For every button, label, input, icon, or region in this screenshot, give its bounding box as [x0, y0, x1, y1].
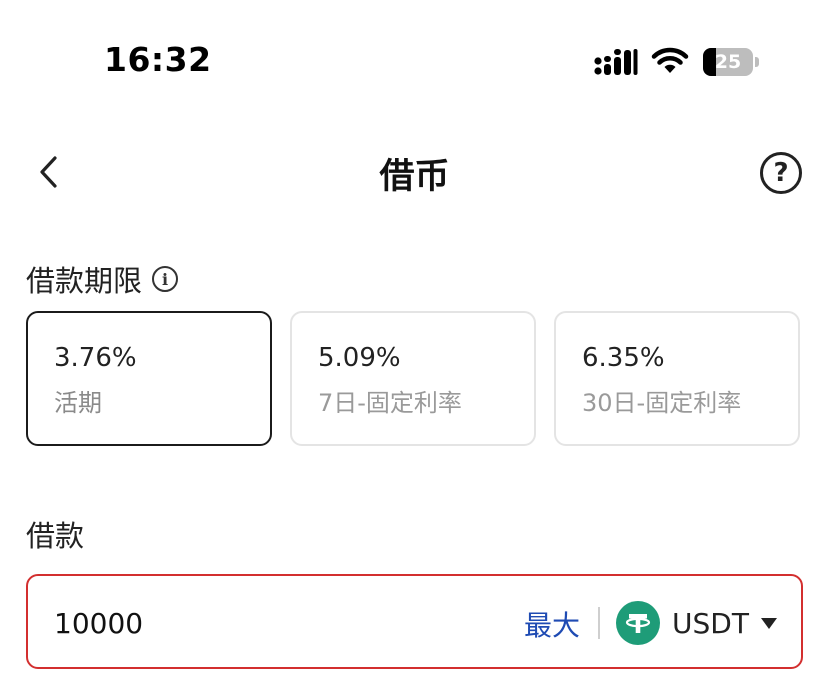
battery-level-text: 25 — [714, 51, 742, 73]
max-button[interactable]: 最大 — [524, 604, 580, 644]
term-rate: 3.76% — [54, 343, 137, 373]
term-desc: 30日-固定利率 — [582, 389, 742, 417]
term-option-current[interactable]: 3.76% 活期 — [26, 311, 272, 446]
term-desc: 活期 — [54, 389, 102, 417]
borrow-section-label: 借款 — [26, 519, 85, 553]
term-section-label: 借款期限 i — [26, 258, 179, 300]
battery-cap — [755, 57, 759, 67]
borrow-amount-field: 最大 USDT — [26, 574, 803, 669]
term-option-7day[interactable]: 5.09% 7日-固定利率 — [290, 311, 536, 446]
currency-select[interactable]: USDT — [616, 600, 777, 646]
status-time: 16:32 — [104, 40, 212, 79]
battery-body: 25 — [703, 48, 753, 76]
amount-input[interactable] — [54, 602, 474, 644]
chevron-down-icon — [760, 617, 777, 629]
tether-icon — [616, 601, 660, 645]
page-title: 借币 — [379, 157, 450, 197]
term-option-30day[interactable]: 6.35% 30日-固定利率 — [554, 311, 800, 446]
wifi-icon — [651, 47, 689, 73]
term-rate: 5.09% — [318, 343, 401, 373]
battery-indicator: 25 — [703, 48, 759, 76]
question-circle-icon: ? — [773, 158, 789, 188]
divider — [598, 607, 600, 639]
term-label-text: 借款期限 — [26, 264, 143, 298]
currency-label: USDT — [672, 606, 749, 640]
chevron-left-icon — [40, 156, 57, 188]
term-desc: 7日-固定利率 — [318, 389, 462, 417]
back-button[interactable] — [28, 150, 68, 194]
info-icon[interactable]: i — [152, 266, 179, 292]
cellular-signal-icon — [594, 49, 638, 75]
term-rate: 6.35% — [582, 343, 665, 373]
help-button[interactable]: ? — [760, 152, 802, 194]
